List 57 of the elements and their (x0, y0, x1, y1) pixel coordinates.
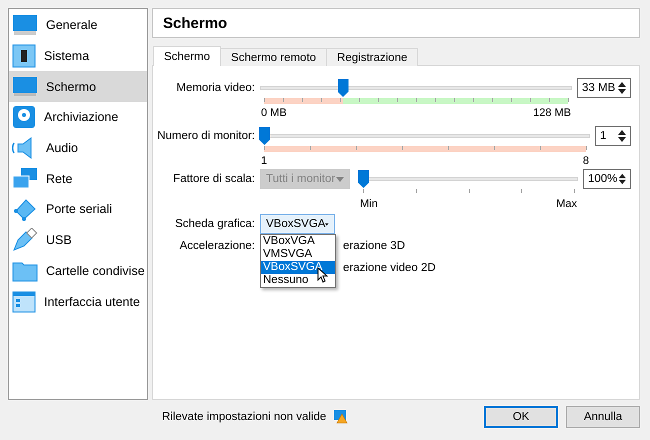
page-title: Schermo (152, 8, 640, 38)
field-label: Numero di monitor: (157, 130, 255, 142)
sidebar-item[interactable]: Schermo (9, 71, 147, 102)
window-icon (12, 290, 36, 313)
monitor-icon (12, 14, 38, 36)
slider-track[interactable] (260, 78, 572, 98)
dropdown-option[interactable]: VBoxSVGA (261, 261, 335, 274)
field-label: Fattore di scala: (172, 173, 255, 185)
slider-track[interactable] (260, 126, 590, 146)
tab[interactable]: Schermo (153, 46, 222, 66)
dropdown-option[interactable]: VMSVGA (261, 248, 335, 261)
sidebar-item[interactable]: Audio (9, 132, 147, 164)
spin-box[interactable]: 33 MB (577, 78, 631, 98)
spin-arrows-icon[interactable] (616, 80, 628, 96)
slider-thumb[interactable] (259, 127, 270, 145)
scale-max-label: 8 (582, 155, 589, 167)
dialog-button[interactable]: OK (484, 406, 558, 428)
sidebar-item[interactable]: Rete (9, 163, 147, 194)
slider-track[interactable] (359, 169, 578, 189)
graphics-combo-box[interactable]: VBoxSVGA (260, 214, 335, 234)
dropdown-option[interactable]: Nessuno (261, 274, 335, 287)
spin-box[interactable]: 100% (583, 169, 631, 189)
dropdown-option[interactable]: VBoxVGA (261, 235, 335, 248)
scale-max-label: Max (556, 198, 577, 210)
warning-icon (334, 410, 348, 424)
spin-arrows-icon[interactable] (617, 171, 628, 187)
status-message: Rilevate impostazioni non valide (162, 411, 326, 423)
caret-icon (336, 176, 344, 182)
field-label: Memoria video: (175, 82, 255, 94)
folder-icon (12, 260, 38, 282)
spin-box[interactable]: 1 (595, 126, 631, 146)
sidebar-item[interactable]: Generale (9, 10, 147, 41)
tab[interactable]: Registrazione (326, 48, 418, 66)
sidebar-item[interactable]: USB (9, 224, 147, 256)
chip-icon (12, 44, 36, 68)
caret-icon (325, 222, 329, 226)
sidebar-item[interactable]: Archiviazione (9, 102, 147, 133)
slider-thumb[interactable] (338, 79, 349, 97)
checkbox-label[interactable]: erazione 3D (343, 240, 406, 252)
dialog-button[interactable]: Annulla (566, 406, 640, 428)
sidebar-item[interactable]: Interfaccia utente (9, 286, 147, 317)
monitor-icon (12, 76, 38, 98)
sidebar-item[interactable]: Cartelle condivise (9, 256, 147, 286)
slider-thumb[interactable] (358, 170, 369, 188)
scale-min-label: 1 (261, 155, 268, 167)
scale-min-label: Min (360, 198, 378, 210)
sidebar-item[interactable]: Porte seriali (9, 194, 147, 225)
usb-icon (12, 228, 38, 252)
sidebar-item[interactable]: Sistema (9, 40, 147, 72)
checkbox-label[interactable]: erazione video 2D (343, 262, 436, 274)
tab[interactable]: Schermo remoto (220, 48, 328, 66)
scale-max-label: 128 MB (533, 107, 571, 119)
serial-port-icon (12, 197, 38, 222)
scale-min-label: 0 MB (261, 107, 287, 119)
field-label: Scheda grafica: (174, 218, 255, 230)
spin-arrows-icon[interactable] (616, 128, 628, 144)
field-label: Accelerazione: (178, 240, 255, 252)
